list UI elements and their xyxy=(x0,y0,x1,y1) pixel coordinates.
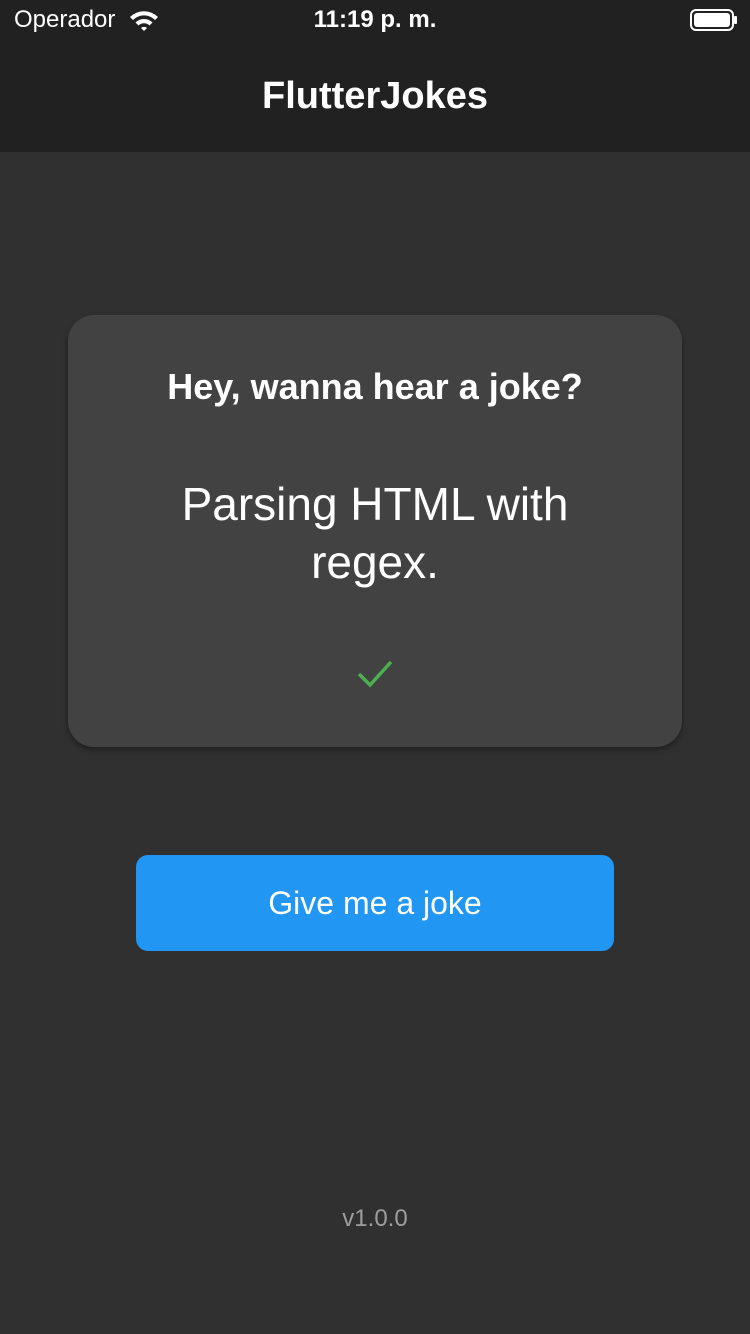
card-heading: Hey, wanna hear a joke? xyxy=(167,366,583,407)
joke-text: Parsing HTML with regex. xyxy=(181,478,569,588)
app-bar: FlutterJokes xyxy=(0,40,750,152)
joke-card: Hey, wanna hear a joke? Parsing HTML wit… xyxy=(68,315,682,747)
status-bar: Operador 11:19 p. m. xyxy=(0,0,750,40)
version-label: v1.0.0 xyxy=(342,1205,408,1232)
check-icon xyxy=(356,657,394,691)
give-joke-button[interactable]: Give me a joke xyxy=(136,855,614,951)
app-title: FlutterJokes xyxy=(262,75,488,117)
battery-icon xyxy=(690,8,738,32)
status-time: 11:19 p. m. xyxy=(313,6,437,33)
